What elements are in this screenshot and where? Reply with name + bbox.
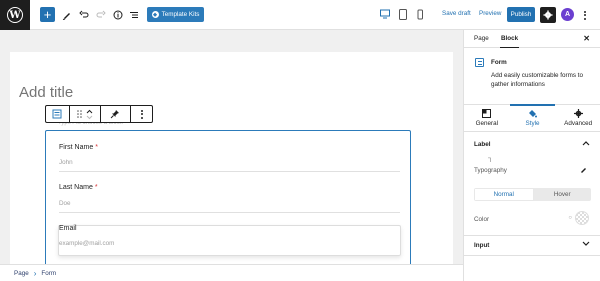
label-panel-header[interactable]: Label xyxy=(464,136,600,152)
gear-icon xyxy=(573,109,583,118)
email-label: Email xyxy=(59,225,77,232)
state-toggle: Normal Hover xyxy=(474,188,591,201)
tablet-preview-button[interactable] xyxy=(398,9,408,20)
tools-button[interactable] xyxy=(60,8,74,22)
plus-icon: + xyxy=(43,7,52,22)
template-kits-button[interactable]: ◆ Template Kits xyxy=(147,7,204,22)
first-name-input[interactable]: John xyxy=(59,158,400,172)
block-toolbar xyxy=(45,105,153,123)
pin-icon xyxy=(111,110,120,119)
add-block-button[interactable]: + xyxy=(40,7,55,22)
details-button[interactable] xyxy=(111,8,125,22)
info-icon xyxy=(113,10,123,20)
chevron-right-icon: › xyxy=(33,268,37,278)
last-name-label: Last Name * xyxy=(59,184,98,191)
pin-button[interactable] xyxy=(101,106,132,122)
list-view-icon xyxy=(130,12,138,18)
plugin-button[interactable]: A xyxy=(561,8,574,21)
close-icon[interactable]: ✕ xyxy=(583,34,590,43)
breadcrumb: Page › Form xyxy=(0,264,463,281)
input-panel-header[interactable]: Input xyxy=(464,237,600,253)
color-swatch[interactable] xyxy=(575,211,589,225)
form-block-icon xyxy=(475,58,484,67)
last-name-input[interactable]: Doe xyxy=(59,199,400,213)
divider xyxy=(464,235,600,236)
email-input[interactable]: example@mail.com xyxy=(59,239,400,253)
tab-block[interactable]: Block xyxy=(499,35,520,48)
preview-button[interactable]: Preview xyxy=(479,10,501,17)
first-name-label: First Name * xyxy=(59,144,98,151)
form-block[interactable]: First Name * John Last Name * Doe Email … xyxy=(45,130,411,270)
redo-button[interactable] xyxy=(94,8,108,22)
more-vertical-icon[interactable] xyxy=(131,106,152,122)
desktop-preview-button[interactable] xyxy=(380,9,390,20)
move-up-icon[interactable] xyxy=(86,109,93,114)
block-description: Add easily customizable forms to gather … xyxy=(491,72,584,88)
template-kits-icon: ◆ xyxy=(151,11,159,18)
block-title: Form xyxy=(491,59,507,66)
move-down-icon[interactable] xyxy=(86,115,93,120)
state-normal-button[interactable]: Normal xyxy=(474,188,534,201)
pen-icon xyxy=(62,13,70,20)
chevron-up-icon xyxy=(582,141,590,146)
gear-icon xyxy=(543,10,553,20)
more-vertical-icon[interactable] xyxy=(582,8,588,22)
layout-icon xyxy=(482,109,492,118)
drag-handle-icon[interactable] xyxy=(76,110,82,118)
undo-button[interactable] xyxy=(77,8,91,22)
tab-advanced[interactable]: Advanced xyxy=(555,105,600,131)
move-controls xyxy=(70,106,101,122)
divider xyxy=(464,255,600,256)
tablet-icon xyxy=(399,9,407,20)
tab-style[interactable]: Style xyxy=(509,104,556,131)
list-view-button[interactable] xyxy=(127,8,141,22)
style-tabs: General Style Advanced xyxy=(464,104,600,132)
settings-button[interactable] xyxy=(540,7,556,23)
reset-icon[interactable]: ○ xyxy=(568,215,572,221)
typography-icon: Ꞁ xyxy=(488,158,492,164)
breadcrumb-item-form[interactable]: Form xyxy=(41,270,56,277)
desktop-icon xyxy=(380,9,390,19)
color-label: Color xyxy=(474,216,490,223)
chevron-down-icon xyxy=(582,241,590,246)
breadcrumb-item-page[interactable]: Page xyxy=(14,270,29,277)
editor-top-toolbar: W + ◆ Template Kits Save draft Preview P… xyxy=(0,0,600,30)
save-draft-button[interactable]: Save draft xyxy=(442,10,471,17)
publish-button[interactable]: Publish xyxy=(507,7,535,22)
undo-icon xyxy=(79,10,89,18)
redo-icon xyxy=(96,10,106,18)
form-block-icon xyxy=(52,109,62,119)
post-title-input[interactable]: Add title xyxy=(19,84,73,101)
typography-label: Typography xyxy=(474,167,507,174)
template-kits-label: Template Kits xyxy=(161,11,200,18)
sidebar-tabs: Page Block ✕ xyxy=(464,30,600,48)
block-type-button[interactable] xyxy=(46,106,70,122)
tab-page[interactable]: Page xyxy=(474,35,489,42)
wordpress-logo-icon[interactable]: W xyxy=(0,0,30,30)
state-hover-button[interactable]: Hover xyxy=(533,188,591,201)
move-buttons xyxy=(86,109,93,120)
edit-icon[interactable] xyxy=(580,166,587,173)
paint-icon xyxy=(529,110,537,118)
tab-general[interactable]: General xyxy=(464,105,510,131)
mobile-icon xyxy=(417,9,423,20)
mobile-preview-button[interactable] xyxy=(415,9,425,20)
settings-sidebar: Page Block ✕ Form Add easily customizabl… xyxy=(463,30,600,281)
